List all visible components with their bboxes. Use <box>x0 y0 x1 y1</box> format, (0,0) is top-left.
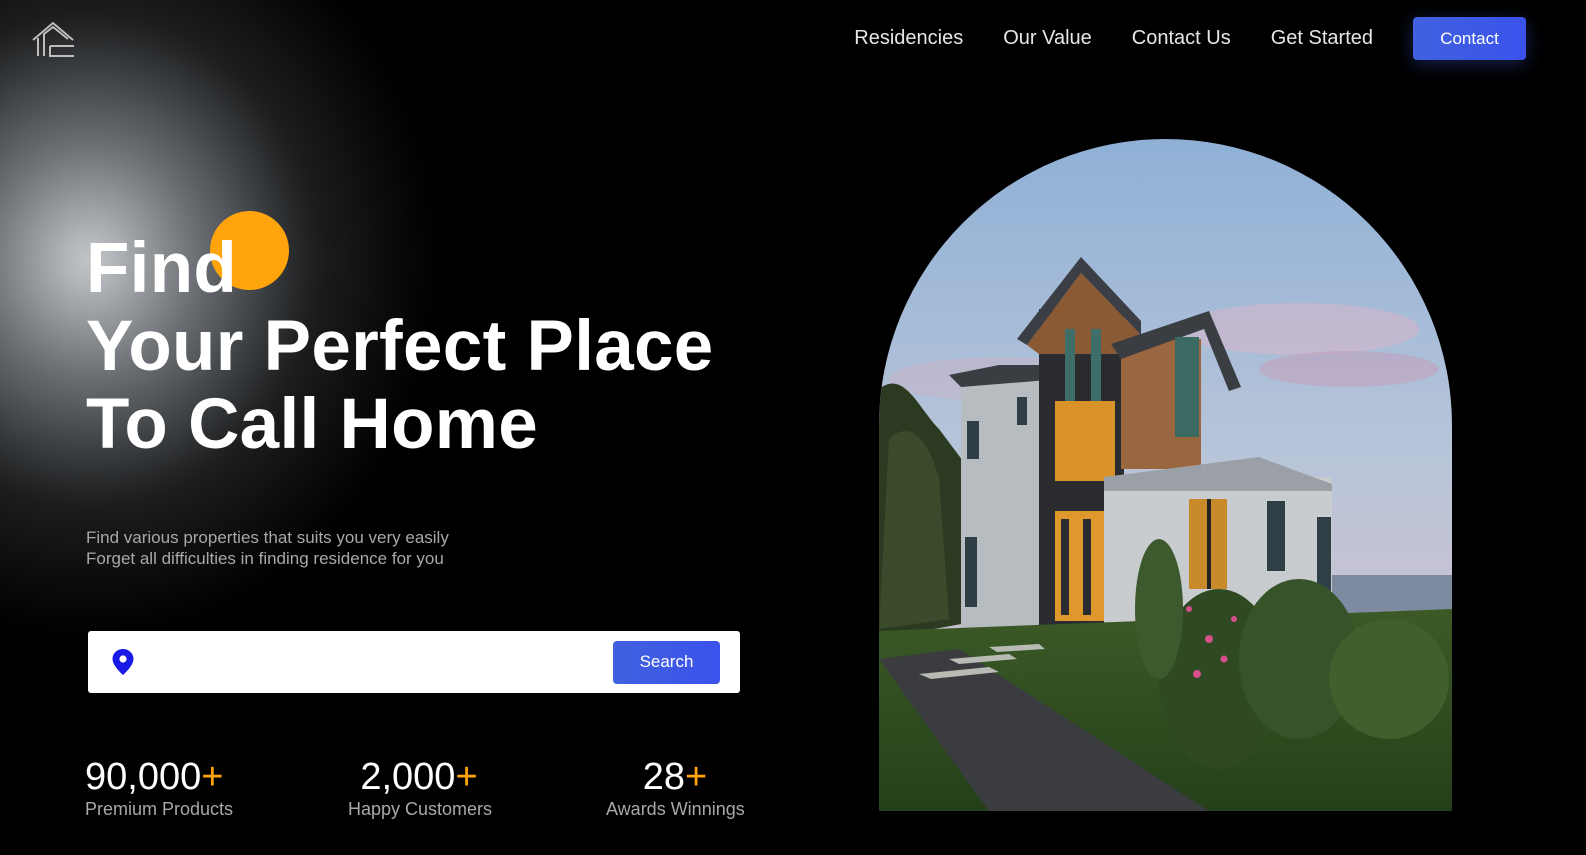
hero-title-line-3: To Call Home <box>86 385 538 464</box>
nav-link-residencies[interactable]: Residencies <box>854 17 963 60</box>
stat-plus: + <box>685 756 708 798</box>
stat-label: Premium Products <box>85 799 234 819</box>
stat-plus: + <box>201 756 224 798</box>
stat-plus: + <box>455 756 478 798</box>
top-navigation: Residencies Our Value Contact Us Get Sta… <box>854 17 1526 60</box>
modern-house-photo <box>879 139 1452 811</box>
location-pin-icon <box>112 649 134 675</box>
stat-value: 28+ <box>606 756 744 798</box>
stats-row: 90,000+ Premium Products 2,000+ Happy Cu… <box>0 756 820 836</box>
stat-happy-customers: 2,000+ Happy Customers <box>348 756 493 820</box>
stat-number: 2,000 <box>360 756 456 798</box>
stat-number: 28 <box>642 756 686 798</box>
landing-page: Residencies Our Value Contact Us Get Sta… <box>0 0 1586 855</box>
stat-premium-products: 90,000+ Premium Products <box>85 756 233 820</box>
house-logo-icon[interactable] <box>30 20 76 58</box>
hero-image-arch <box>879 139 1452 811</box>
stat-label: Happy Customers <box>348 799 493 819</box>
search-button[interactable]: Search <box>613 640 720 684</box>
hero-description-line-2: Forget all difficulties in finding resid… <box>86 549 444 568</box>
nav-link-contact-us[interactable]: Contact Us <box>1132 17 1231 60</box>
nav-link-our-value[interactable]: Our Value <box>1003 17 1092 60</box>
stat-value: 90,000+ <box>85 756 233 798</box>
hero-description-line-1: Find various properties that suits you v… <box>86 528 449 547</box>
search-input[interactable] <box>148 642 613 682</box>
search-bar: Search <box>88 631 740 693</box>
stat-value: 2,000+ <box>348 756 490 798</box>
stat-awards-winnings: 28+ Awards Winnings <box>606 756 745 820</box>
hero-title: Find Your Perfect Place To Call Home <box>86 230 714 464</box>
hero-title-line-2: Your Perfect Place <box>86 307 714 386</box>
stat-number: 90,000 <box>85 756 202 798</box>
stat-label: Awards Winnings <box>606 799 745 819</box>
contact-button[interactable]: Contact <box>1413 17 1526 60</box>
hero-description: Find various properties that suits you v… <box>86 527 449 569</box>
hero-title-line-1: Find <box>86 229 238 308</box>
nav-link-get-started[interactable]: Get Started <box>1271 17 1373 60</box>
